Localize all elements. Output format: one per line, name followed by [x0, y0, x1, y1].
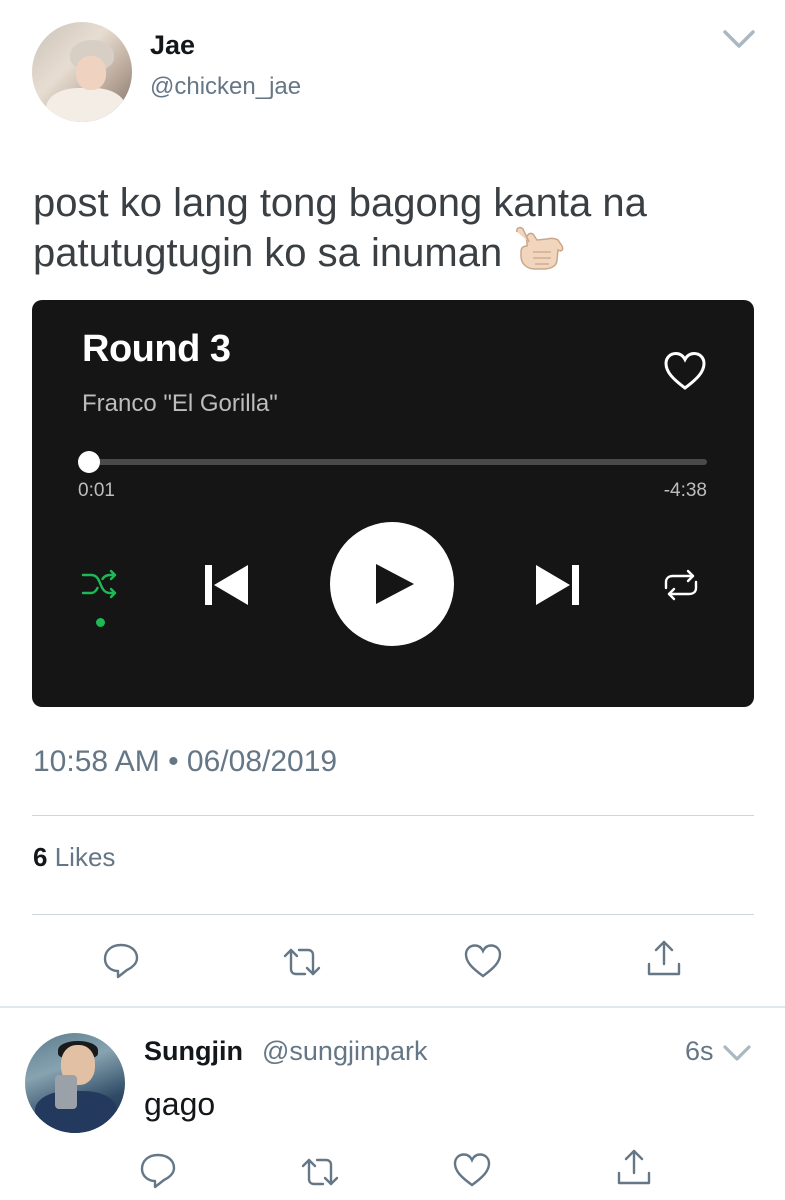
reply-author-name[interactable]: Sungjin — [144, 1036, 243, 1067]
song-title: Round 3 — [82, 328, 231, 370]
progress-knob — [78, 451, 101, 473]
divider — [0, 1006, 785, 1008]
author-avatar[interactable] — [32, 22, 132, 122]
author-name[interactable]: Jae — [150, 30, 195, 61]
heart-icon — [664, 351, 706, 390]
elapsed-time: 0:01 — [78, 480, 115, 501]
remaining-time: -4:38 — [663, 480, 707, 501]
play-icon — [376, 564, 414, 604]
tweet-timestamp[interactable]: 10:58 AM • 06/08/2019 — [33, 745, 337, 779]
shuffle-active-dot — [96, 618, 105, 627]
reply-author-avatar[interactable] — [25, 1033, 125, 1133]
progress-track — [87, 459, 707, 465]
reply-icon[interactable] — [100, 940, 142, 980]
reply-text: gago — [144, 1086, 216, 1122]
chevron-down-icon[interactable] — [722, 1042, 752, 1064]
reply-time: 6s — [685, 1036, 714, 1066]
retweet-icon[interactable] — [299, 1152, 341, 1192]
likes-count-link[interactable]: 6 Likes — [33, 842, 115, 873]
divider — [32, 815, 754, 816]
next-icon — [536, 565, 579, 605]
previous-icon — [205, 565, 248, 605]
retweet-icon[interactable] — [281, 942, 323, 982]
play-button — [330, 522, 454, 646]
shuffle-icon — [81, 569, 117, 599]
likes-count: 6 — [33, 842, 48, 872]
artist-name: Franco "El Gorilla" — [82, 390, 278, 417]
share-icon[interactable] — [643, 938, 685, 978]
tweet-text: post ko lang tong bagong kanta na patutu… — [33, 181, 647, 275]
chevron-down-icon[interactable] — [722, 26, 756, 52]
likes-label: Likes — [54, 842, 116, 872]
reply-author-handle[interactable]: @sungjinpark — [262, 1036, 428, 1067]
repeat-icon — [664, 569, 698, 601]
music-player-screenshot[interactable]: Round 3 Franco "El Gorilla" 0:01 -4:38 — [32, 300, 754, 707]
author-handle[interactable]: @chicken_jae — [150, 73, 301, 101]
call-me-hand-emoji-icon — [516, 226, 564, 270]
like-icon[interactable] — [462, 941, 504, 981]
like-icon[interactable] — [451, 1150, 493, 1190]
divider — [32, 914, 754, 915]
share-icon[interactable] — [613, 1147, 655, 1187]
reply-icon[interactable] — [137, 1150, 179, 1190]
